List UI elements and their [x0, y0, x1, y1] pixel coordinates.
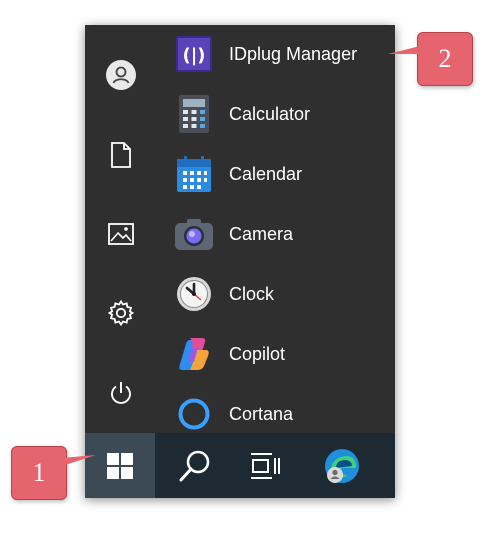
start-menu-rail	[85, 25, 157, 433]
app-label: Calendar	[229, 163, 303, 184]
user-account-button[interactable]	[101, 55, 141, 95]
idplug-icon: (|)	[175, 35, 213, 73]
start-menu: (|) IDplug Manager Calculator Calendar C…	[85, 25, 395, 498]
camera-icon	[175, 215, 213, 253]
copilot-icon	[175, 335, 213, 373]
edge-browser-button[interactable]	[307, 433, 377, 498]
callout-2-pointer-icon	[388, 46, 420, 54]
pictures-button[interactable]	[101, 214, 141, 254]
app-item-camera[interactable]: Camera	[175, 209, 395, 259]
callout-number: 1	[32, 458, 46, 487]
callout-1-pointer-icon	[62, 455, 96, 466]
power-icon	[111, 382, 131, 404]
calculator-icon	[175, 95, 213, 133]
all-apps-list: (|) IDplug Manager Calculator Calendar C…	[175, 25, 395, 433]
documents-button[interactable]	[101, 135, 141, 175]
app-label: Copilot	[229, 343, 286, 364]
settings-button[interactable]	[101, 293, 141, 333]
taskbar	[85, 433, 395, 498]
task-view-icon	[251, 452, 280, 479]
search-button[interactable]	[160, 433, 230, 498]
search-icon	[179, 450, 210, 481]
app-label: Cortana	[229, 403, 294, 424]
power-button[interactable]	[101, 373, 141, 413]
app-item-calendar[interactable]: Calendar	[175, 149, 395, 199]
app-label: Clock	[229, 283, 275, 304]
svg-text:(|): (|)	[182, 45, 205, 66]
callout-badge-2: 2	[417, 32, 473, 86]
user-avatar-icon	[106, 60, 136, 90]
app-item-copilot[interactable]: Copilot	[175, 329, 395, 379]
callout-number: 2	[438, 44, 452, 73]
cortana-icon	[175, 395, 213, 433]
settings-gear-icon	[107, 299, 135, 327]
callout-badge-1: 1	[11, 446, 67, 500]
clock-icon	[175, 275, 213, 313]
app-item-idplug-manager[interactable]: (|) IDplug Manager	[175, 29, 395, 79]
pictures-icon	[108, 223, 134, 245]
app-label: Calculator	[229, 103, 311, 124]
app-item-cortana[interactable]: Cortana	[175, 389, 395, 439]
app-item-calculator[interactable]: Calculator	[175, 89, 395, 139]
windows-start-icon	[107, 452, 133, 479]
app-label: IDplug Manager	[229, 43, 358, 64]
app-item-clock[interactable]: Clock	[175, 269, 395, 319]
app-label: Camera	[229, 223, 294, 244]
calendar-icon	[175, 155, 213, 193]
task-view-button[interactable]	[230, 433, 300, 498]
edge-profile-icon	[325, 448, 359, 483]
documents-icon	[111, 142, 131, 168]
